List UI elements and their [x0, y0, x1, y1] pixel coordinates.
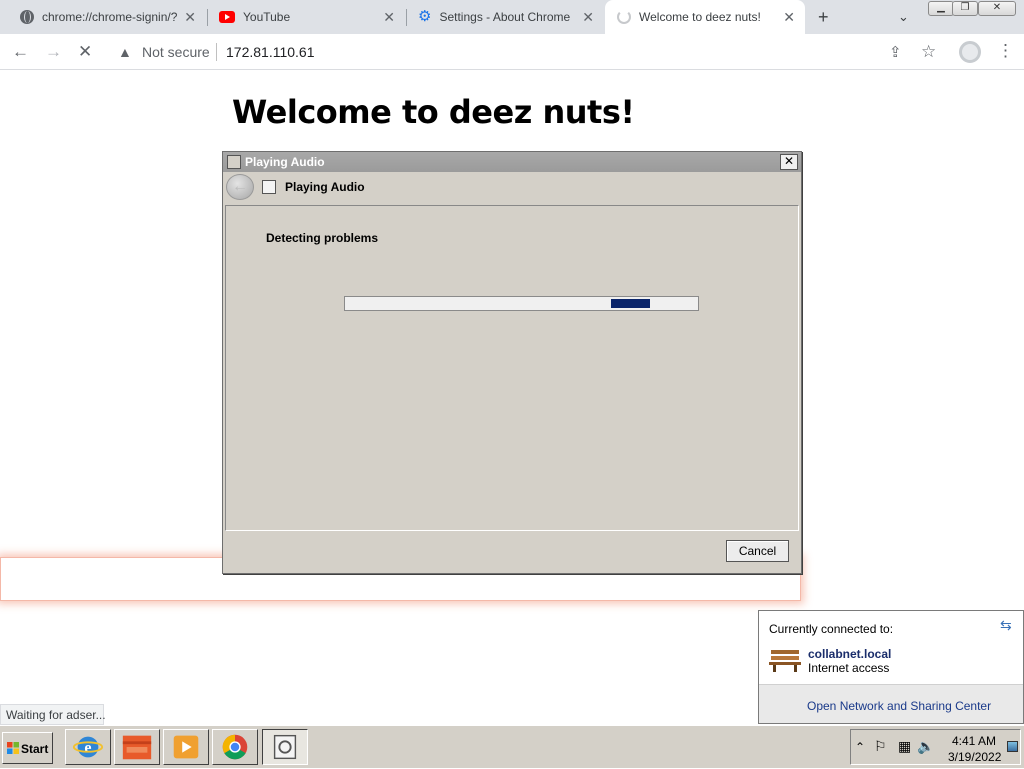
network-access: Internet access	[808, 661, 890, 675]
clock-time[interactable]: 4:41 AM	[952, 734, 996, 748]
windows-logo-icon	[7, 742, 19, 754]
dialog-close-button[interactable]: ✕	[780, 154, 798, 170]
globe-icon	[20, 10, 34, 24]
warning-triangle-icon[interactable]: ▲	[118, 44, 132, 60]
taskbar-internet-explorer[interactable]: e	[65, 729, 111, 765]
bookmark-star-icon[interactable]: ☆	[921, 42, 936, 62]
back-arrow-icon[interactable]: ←	[12, 42, 29, 62]
close-window-button[interactable]: ✕	[978, 1, 1016, 16]
troubleshooter-icon	[273, 734, 297, 760]
volume-muted-icon[interactable]: 🔈	[917, 738, 934, 755]
profile-avatar[interactable]	[959, 41, 981, 63]
dialog-title: Playing Audio	[245, 155, 325, 169]
taskbar-media-player[interactable]	[163, 729, 209, 765]
file-explorer-icon	[122, 735, 152, 760]
tab-close-icon[interactable]: ✕	[383, 9, 395, 26]
tab-title: Settings - About Chrome	[439, 10, 571, 24]
internet-explorer-icon: e	[72, 736, 104, 758]
back-arrow-icon[interactable]: ←	[226, 174, 254, 200]
taskbar-chrome[interactable]	[212, 729, 258, 765]
taskbar: Start e ⌃ ⚐ ▦ 🔈 4:41 AM 3/19/2022	[0, 725, 1024, 768]
tab-youtube[interactable]: YouTube ✕	[207, 0, 405, 34]
tab-close-icon[interactable]: ✕	[783, 9, 795, 26]
troubleshooter-icon	[227, 155, 241, 169]
share-icon[interactable]: ⇪	[889, 43, 902, 61]
tab-close-icon[interactable]: ✕	[184, 9, 196, 26]
gear-icon: ⚙	[418, 8, 432, 25]
tab-search-chevron-icon[interactable]: ⌄	[898, 9, 909, 25]
show-desktop-button[interactable]	[1007, 741, 1018, 752]
tab-settings[interactable]: ⚙ Settings - About Chrome ✕	[406, 0, 604, 34]
tab-chrome-signin[interactable]: chrome://chrome-signin/?ac ✕	[8, 0, 206, 34]
network-popup: Currently connected to: ⇆ collabnet.loca…	[758, 610, 1024, 724]
dialog-header: Playing Audio	[285, 180, 365, 194]
progress-marquee	[611, 299, 650, 308]
media-player-icon	[173, 735, 199, 759]
address-bar[interactable]: 172.81.110.61	[226, 44, 315, 60]
status-bubble: Waiting for adser...	[0, 704, 106, 725]
start-label: Start	[21, 742, 49, 756]
tab-strip: chrome://chrome-signin/?ac ✕ YouTube ✕ ⚙…	[0, 0, 1024, 34]
tab-title: Welcome to deez nuts!	[639, 10, 761, 24]
security-indicator[interactable]: Not secure	[142, 44, 210, 60]
new-tab-icon[interactable]: +	[818, 7, 829, 28]
menu-kebab-icon[interactable]: ⋮	[997, 41, 1014, 61]
minimize-button[interactable]: ▁	[928, 1, 954, 16]
network-popup-footer: Open Network and Sharing Center	[759, 684, 1023, 723]
stop-loading-icon[interactable]: ✕	[78, 42, 92, 62]
taskbar-file-explorer[interactable]	[114, 729, 160, 765]
system-tray: ⌃ ⚐ ▦ 🔈 4:41 AM 3/19/2022	[850, 729, 1021, 765]
youtube-icon	[219, 11, 235, 23]
forward-arrow-icon[interactable]: →	[45, 42, 62, 62]
network-name: collabnet.local	[808, 647, 892, 661]
browser-toolbar: ← → ✕ ▲ Not secure 172.81.110.61 ⇪ ☆ ⋮	[0, 34, 1024, 70]
clock-date[interactable]: 3/19/2022	[948, 750, 1001, 764]
troubleshooter-icon	[262, 180, 276, 194]
restore-button[interactable]: ❐	[952, 1, 978, 16]
status-text: Detecting problems	[266, 231, 379, 245]
tab-welcome[interactable]: Welcome to deez nuts! ✕	[605, 0, 805, 34]
chrome-icon	[222, 734, 248, 760]
progress-bar	[344, 296, 699, 311]
omnibox-divider	[216, 43, 217, 61]
tab-title: YouTube	[243, 10, 291, 24]
start-button[interactable]: Start	[2, 732, 53, 764]
cancel-button[interactable]: Cancel	[726, 540, 789, 562]
tab-close-icon[interactable]: ✕	[582, 9, 594, 26]
park-bench-icon	[769, 650, 801, 672]
dialog-content: Detecting problems	[225, 205, 799, 531]
network-popup-header: Currently connected to:	[769, 622, 894, 636]
loading-spinner-icon	[617, 10, 631, 24]
action-center-flag-icon[interactable]: ⚐	[874, 738, 887, 755]
page-heading: Welcome to deez nuts!	[232, 93, 635, 131]
taskbar-troubleshooter[interactable]	[262, 729, 308, 765]
network-sharing-center-link[interactable]: Open Network and Sharing Center	[807, 699, 991, 713]
playing-audio-dialog: Playing Audio ✕ ← Playing Audio Detectin…	[222, 151, 802, 574]
refresh-icon[interactable]: ⇆	[1000, 617, 1012, 634]
dialog-titlebar[interactable]: Playing Audio ✕	[223, 152, 801, 172]
network-icon[interactable]: ▦	[898, 738, 911, 755]
tab-title: chrome://chrome-signin/?ac	[42, 10, 177, 24]
show-hidden-icons-chevron-icon[interactable]: ⌃	[855, 740, 865, 754]
